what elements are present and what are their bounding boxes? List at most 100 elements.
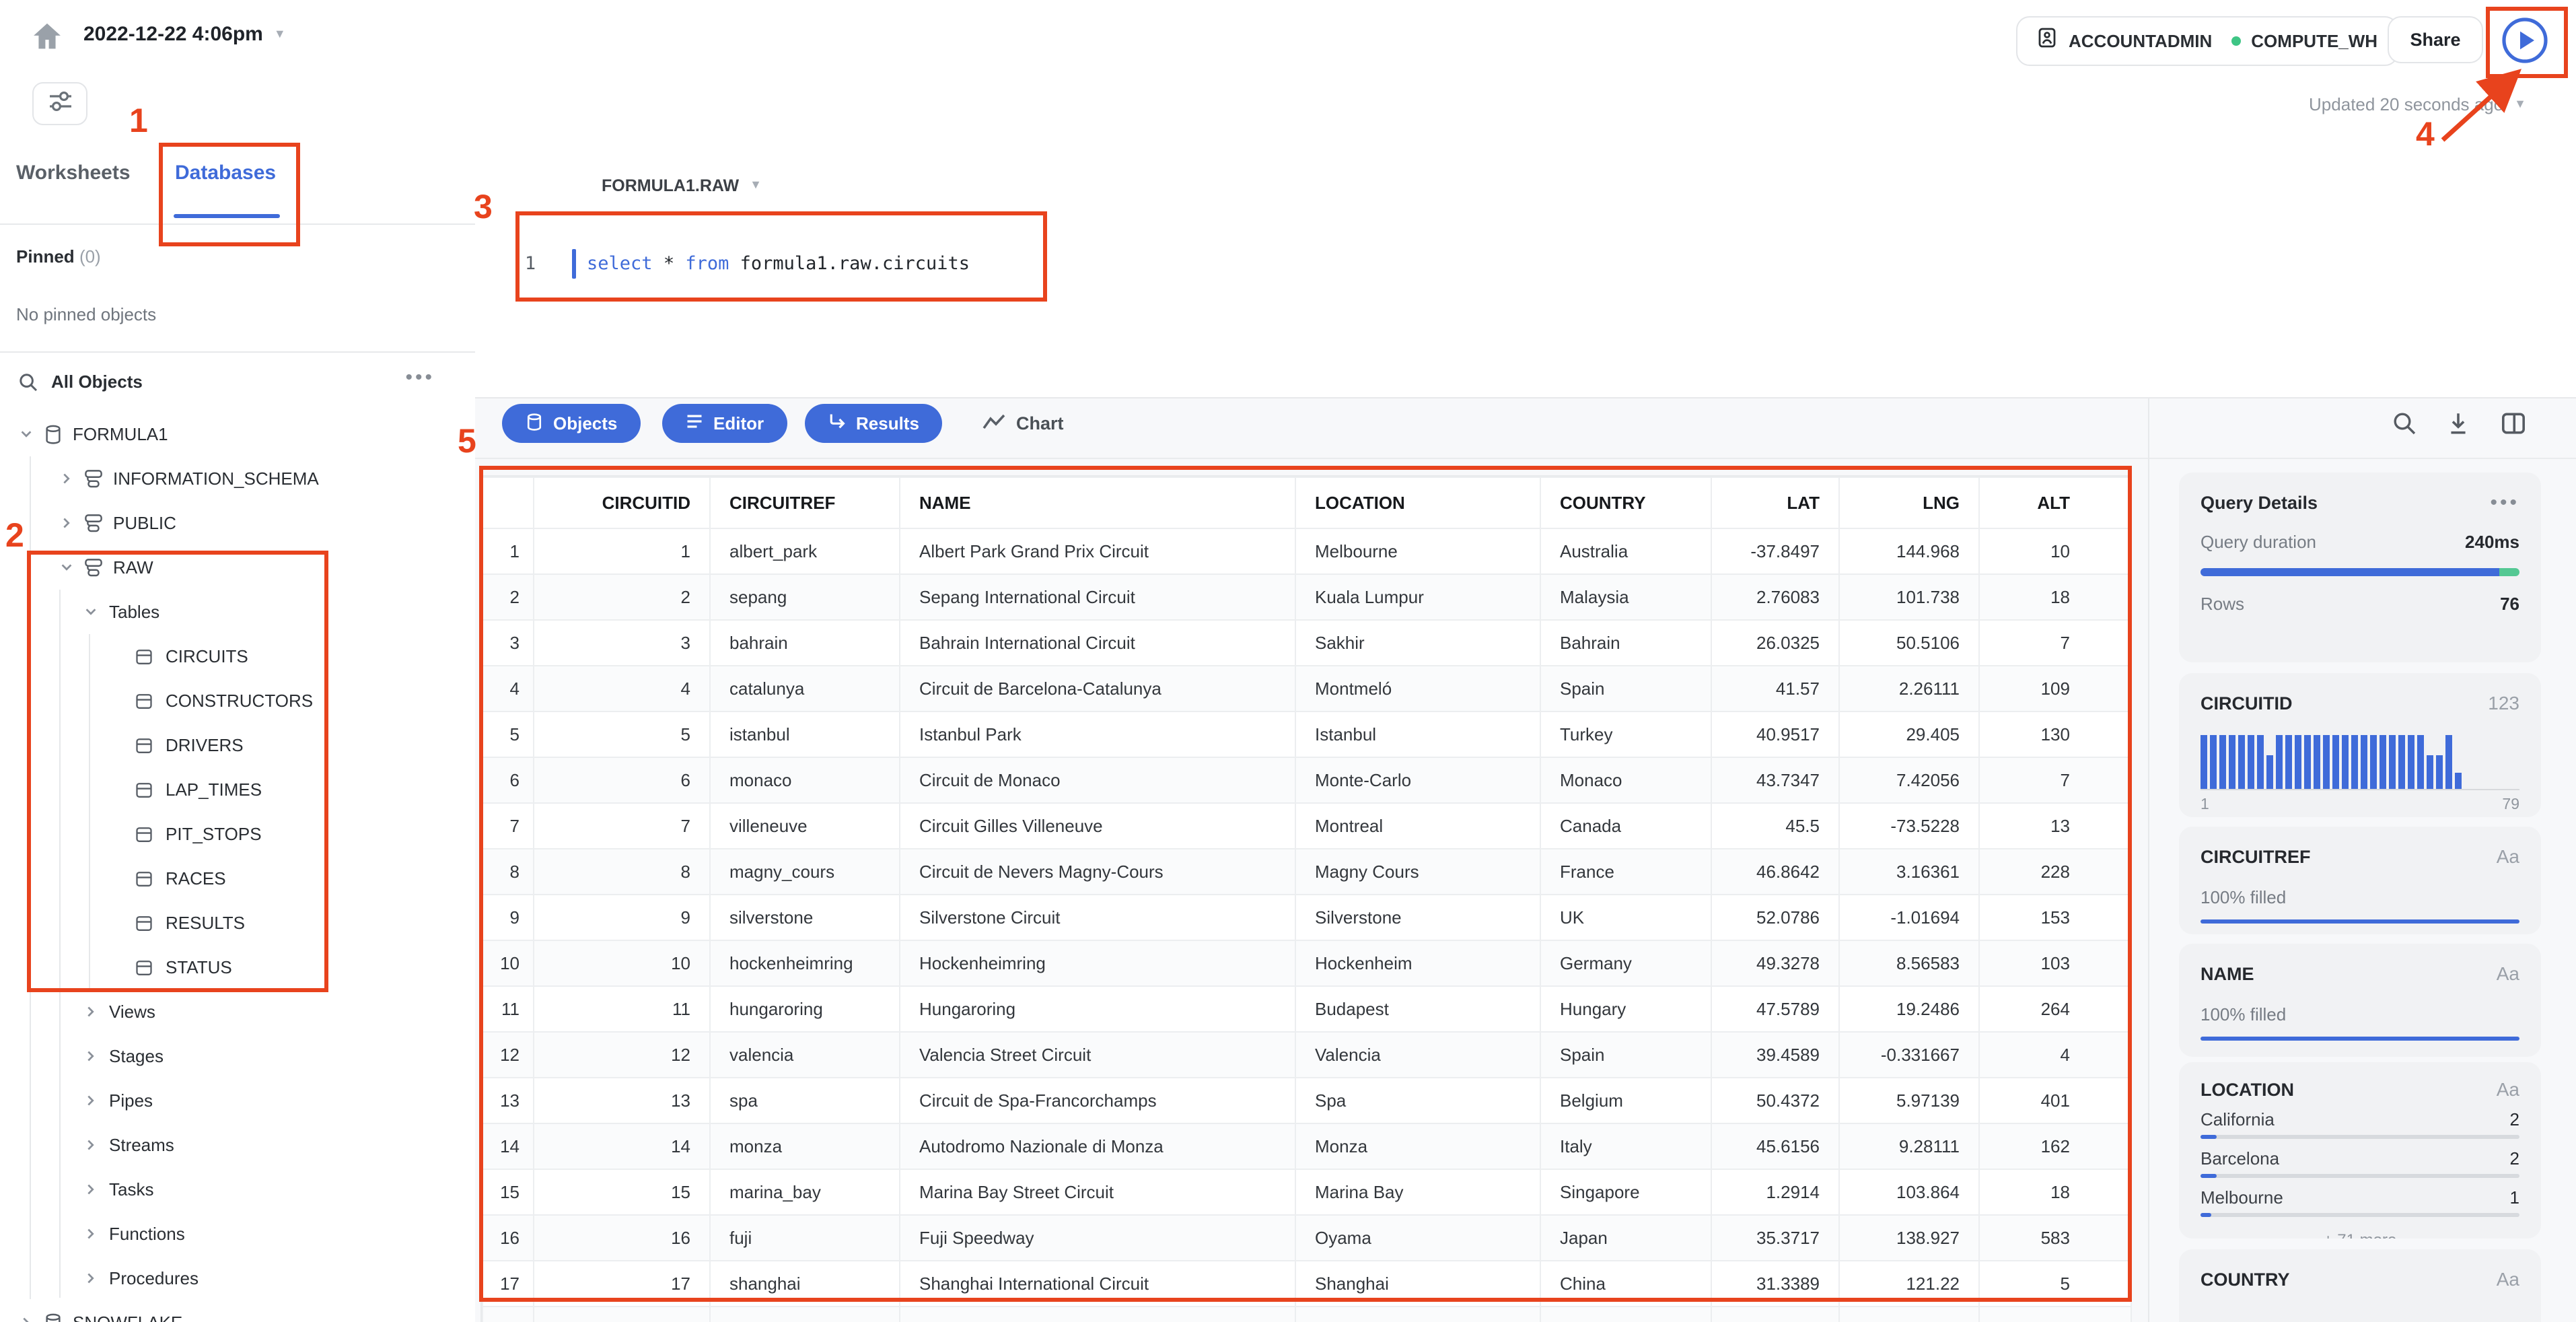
row-number-header[interactable] [482, 477, 534, 529]
tree-item-views[interactable]: Views [0, 989, 475, 1034]
row-number-cell[interactable]: 13 [482, 1077, 534, 1124]
more-options-icon[interactable]: ••• [405, 366, 435, 389]
card-menu-icon[interactable]: ••• [2490, 491, 2519, 514]
tab-worksheets[interactable]: Worksheets [16, 162, 131, 184]
table-cell[interactable]: 35.3717 [1711, 1214, 1840, 1261]
table-cell[interactable]: shanghai [709, 1260, 900, 1307]
table-cell[interactable]: 11 [533, 985, 711, 1033]
table-cell[interactable]: 19.2486 [1838, 985, 1980, 1033]
objects-toggle-button[interactable]: Objects [502, 404, 641, 443]
table-cell[interactable]: Albert Park Grand Prix Circuit [899, 528, 1296, 575]
run-query-button[interactable] [2499, 15, 2550, 66]
row-number-cell[interactable]: 18 [482, 1306, 534, 1322]
tree-item-snowflake[interactable]: SNOWFLAKE [0, 1300, 475, 1322]
table-cell[interactable]: Canada [1540, 802, 1712, 849]
table-cell[interactable]: Hungary [1540, 985, 1712, 1033]
table-cell[interactable]: Circuit de Nevers Magny-Cours [899, 848, 1296, 895]
table-cell[interactable]: 14 [533, 1123, 711, 1170]
tree-item-races[interactable]: RACES [0, 856, 475, 901]
table-cell[interactable]: 39.4589 [1711, 1031, 1840, 1078]
table-cell[interactable]: Circuit Gilles Villeneuve [899, 802, 1296, 849]
table-cell[interactable]: 31.3389 [1711, 1260, 1840, 1307]
editor-context-dropdown[interactable]: FORMULA1.RAW ▼ [602, 176, 762, 195]
tree-item-pipes[interactable]: Pipes [0, 1078, 475, 1123]
table-cell[interactable]: Monaco [1540, 757, 1712, 804]
table-cell[interactable]: -23.7036 [1711, 1306, 1840, 1322]
table-cell[interactable]: Brazil [1540, 1306, 1712, 1322]
table-cell[interactable]: Marina Bay [1295, 1169, 1541, 1216]
table-cell[interactable]: Autódromo José Carlos Pace [899, 1306, 1296, 1322]
row-number-cell[interactable]: 15 [482, 1169, 534, 1216]
table-cell[interactable]: Malaysia [1540, 573, 1712, 621]
editor-toggle-button[interactable]: Editor [662, 404, 787, 443]
tree-item-drivers[interactable]: DRIVERS [0, 723, 475, 767]
table-cell[interactable]: villeneuve [709, 802, 900, 849]
table-cell[interactable]: 2.26111 [1838, 665, 1980, 712]
row-number-cell[interactable]: 10 [482, 940, 534, 987]
row-number-cell[interactable]: 11 [482, 985, 534, 1033]
table-cell[interactable]: 162 [1978, 1123, 2132, 1170]
table-cell[interactable]: Spain [1540, 1031, 1712, 1078]
table-cell[interactable]: 7.42056 [1838, 757, 1980, 804]
row-number-cell[interactable]: 9 [482, 894, 534, 941]
row-number-cell[interactable]: 6 [482, 757, 534, 804]
tree-item-stages[interactable]: Stages [0, 1034, 475, 1078]
column-header-lat[interactable]: LAT [1711, 477, 1840, 529]
tree-item-tables[interactable]: Tables [0, 590, 475, 634]
table-cell[interactable]: istanbul [709, 711, 900, 758]
table-cell[interactable]: 52.0786 [1711, 894, 1840, 941]
table-cell[interactable]: 13 [533, 1077, 711, 1124]
table-cell[interactable]: 2 [533, 573, 711, 621]
table-cell[interactable]: Montreal [1295, 802, 1541, 849]
row-number-cell[interactable]: 7 [482, 802, 534, 849]
table-cell[interactable]: 9 [533, 894, 711, 941]
row-number-cell[interactable]: 3 [482, 619, 534, 666]
table-cell[interactable]: Belgium [1540, 1077, 1712, 1124]
table-cell[interactable]: 18 [1978, 573, 2132, 621]
table-cell[interactable]: 103.864 [1838, 1169, 1980, 1216]
row-number-cell[interactable]: 1 [482, 528, 534, 575]
table-cell[interactable]: 401 [1978, 1077, 2132, 1124]
table-cell[interactable]: Sepang International Circuit [899, 573, 1296, 621]
tree-item-functions[interactable]: Functions [0, 1212, 475, 1256]
table-cell[interactable]: 40.9517 [1711, 711, 1840, 758]
table-cell[interactable]: 7 [533, 802, 711, 849]
results-toggle-button[interactable]: Results [805, 404, 942, 443]
table-cell[interactable]: Kuala Lumpur [1295, 573, 1541, 621]
table-cell[interactable]: 3 [533, 619, 711, 666]
table-cell[interactable]: 228 [1978, 848, 2132, 895]
share-button[interactable]: Share [2388, 16, 2483, 63]
tree-item-tasks[interactable]: Tasks [0, 1167, 475, 1212]
table-cell[interactable]: Spain [1540, 665, 1712, 712]
column-header-lng[interactable]: LNG [1838, 477, 1980, 529]
row-number-cell[interactable]: 2 [482, 573, 534, 621]
table-cell[interactable]: 103 [1978, 940, 2132, 987]
table-cell[interactable]: -73.5228 [1838, 802, 1980, 849]
table-cell[interactable]: UK [1540, 894, 1712, 941]
table-cell[interactable]: Shanghai International Circuit [899, 1260, 1296, 1307]
table-cell[interactable]: Circuit de Monaco [899, 757, 1296, 804]
table-cell[interactable]: 144.968 [1838, 528, 1980, 575]
table-cell[interactable]: 50.5106 [1838, 619, 1980, 666]
tree-item-pit_stops[interactable]: PIT_STOPS [0, 812, 475, 856]
table-cell[interactable]: Turkey [1540, 711, 1712, 758]
table-cell[interactable]: fuji [709, 1214, 900, 1261]
table-cell[interactable]: Istanbul [1295, 711, 1541, 758]
table-cell[interactable]: 47.5789 [1711, 985, 1840, 1033]
table-cell[interactable]: Silverstone Circuit [899, 894, 1296, 941]
row-number-cell[interactable]: 4 [482, 665, 534, 712]
table-cell[interactable]: monaco [709, 757, 900, 804]
tree-item-streams[interactable]: Streams [0, 1123, 475, 1167]
table-cell[interactable]: spa [709, 1077, 900, 1124]
table-cell[interactable]: albert_park [709, 528, 900, 575]
table-cell[interactable]: 1 [533, 528, 711, 575]
table-cell[interactable]: hockenheimring [709, 940, 900, 987]
table-cell[interactable]: Hockenheim [1295, 940, 1541, 987]
table-cell[interactable]: -46.6997 [1838, 1306, 1980, 1322]
column-header-circuitid[interactable]: CIRCUITID [533, 477, 711, 529]
circuitid-histogram[interactable] [2201, 735, 2466, 789]
table-cell[interactable]: 13 [1978, 802, 2132, 849]
table-cell[interactable]: Valencia [1295, 1031, 1541, 1078]
table-cell[interactable]: 264 [1978, 985, 2132, 1033]
table-cell[interactable]: monza [709, 1123, 900, 1170]
